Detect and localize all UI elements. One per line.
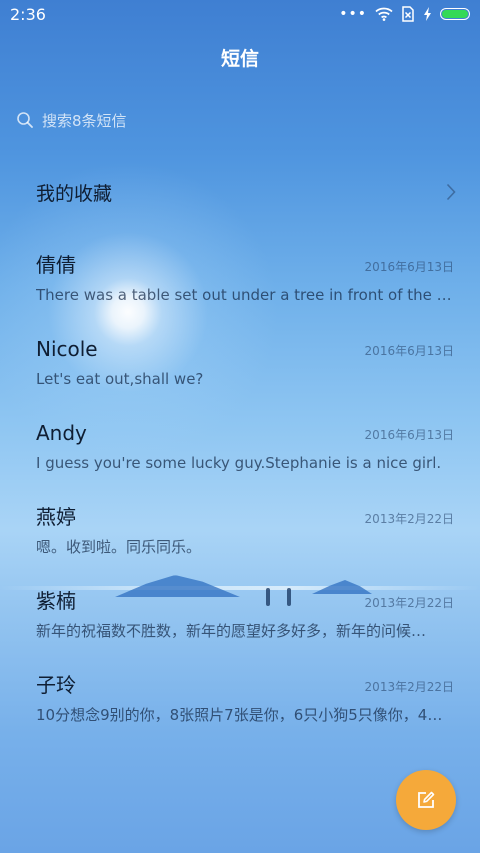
- search-icon: [17, 112, 33, 128]
- compose-button[interactable]: [396, 770, 456, 830]
- message-snippet: There was a table set out under a tree i…: [36, 286, 454, 304]
- status-time: 2:36: [10, 4, 46, 24]
- more-dots-icon: •••: [339, 6, 367, 22]
- search-bar[interactable]: 搜索8条短信: [16, 107, 464, 133]
- conversation-item[interactable]: Andy 2016年6月13日 I guess you're some luck…: [36, 420, 454, 480]
- status-icons: •••: [339, 6, 470, 22]
- message-date: 2013年2月22日: [364, 512, 454, 526]
- message-snippet: I guess you're some lucky guy.Stephanie …: [36, 454, 442, 472]
- page-title: 短信: [220, 48, 259, 70]
- message-date: 2016年6月13日: [364, 344, 454, 358]
- message-snippet: 嗯。收到啦。同乐同乐。: [36, 538, 202, 556]
- contact-name: Andy: [36, 421, 87, 445]
- compose-icon: [418, 791, 435, 808]
- status-bar: 2:36 •••: [0, 0, 480, 28]
- contact-name: 紫楠: [36, 589, 76, 613]
- message-snippet: 10分想念9别的你，8张照片7张是你，6只小狗5只像你，4…: [36, 706, 443, 724]
- favorites-row[interactable]: 我的收藏: [36, 176, 456, 208]
- contact-name: 子玲: [36, 673, 76, 697]
- chevron-right-icon: [446, 183, 456, 201]
- conversation-item[interactable]: Nicole 2016年6月13日 Let's eat out,shall we…: [36, 336, 454, 396]
- message-date: 2013年2月22日: [364, 596, 454, 610]
- charging-icon: [424, 7, 431, 21]
- conversation-item[interactable]: 子玲 2013年2月22日 10分想念9别的你，8张照片7张是你，6只小狗5只像…: [36, 672, 454, 732]
- conversation-item[interactable]: 倩倩 2016年6月13日 There was a table set out …: [36, 252, 454, 312]
- battery-icon: [440, 8, 470, 20]
- message-date: 2016年6月13日: [364, 428, 454, 442]
- message-snippet: Let's eat out,shall we?: [36, 370, 204, 388]
- message-date: 2016年6月13日: [364, 260, 454, 274]
- message-date: 2013年2月22日: [364, 680, 454, 694]
- favorites-label: 我的收藏: [36, 182, 113, 205]
- wifi-icon: [375, 7, 393, 21]
- conversation-item[interactable]: 紫楠 2013年2月22日 新年的祝福数不胜数，新年的愿望好多好多，新年的问候…: [36, 588, 454, 648]
- message-snippet: 新年的祝福数不胜数，新年的愿望好多好多，新年的问候…: [36, 622, 427, 640]
- no-sim-icon: [402, 6, 414, 22]
- contact-name: 燕婷: [36, 505, 76, 529]
- contact-name: Nicole: [36, 337, 98, 361]
- contact-name: 倩倩: [36, 253, 76, 277]
- conversation-item[interactable]: 燕婷 2013年2月22日 嗯。收到啦。同乐同乐。: [36, 504, 454, 564]
- search-placeholder: 搜索8条短信: [42, 111, 127, 130]
- battery-fill: [442, 10, 468, 18]
